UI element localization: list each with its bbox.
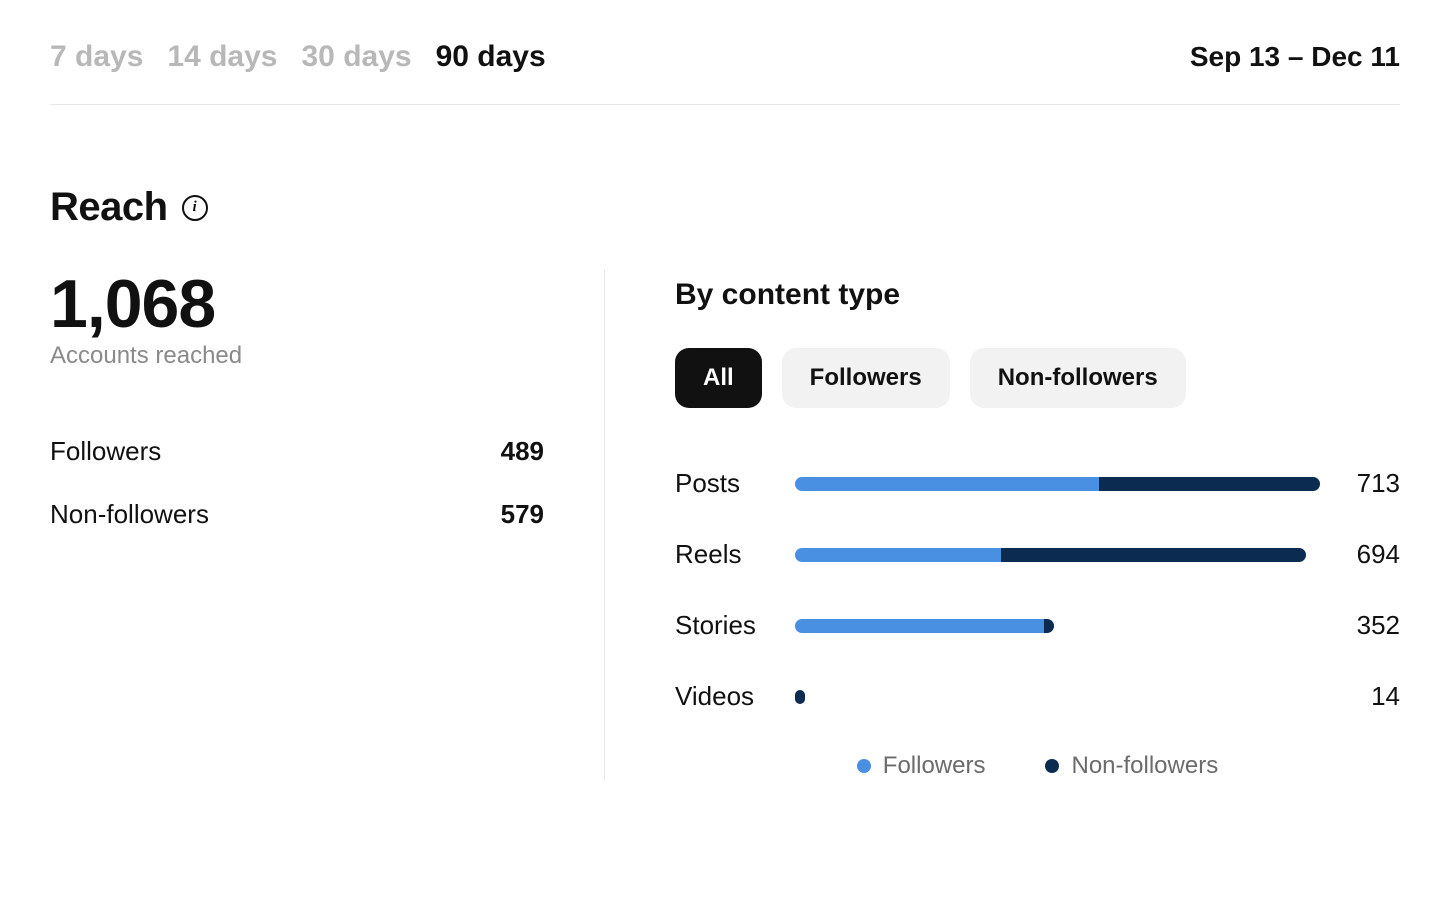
legend-item: Followers (857, 752, 986, 780)
date-range: Sep 13 – Dec 11 (1190, 41, 1400, 73)
accounts-reached-number: 1,068 (50, 270, 544, 338)
bar-label: Reels (675, 539, 785, 570)
accounts-reached-label: Accounts reached (50, 342, 544, 370)
segment-tab-followers[interactable]: Followers (782, 348, 950, 408)
content-type-title: By content type (675, 278, 1400, 312)
bar-label: Stories (675, 610, 785, 641)
stat-value: 579 (501, 499, 544, 530)
legend-label: Followers (883, 752, 986, 780)
info-icon[interactable]: i (182, 195, 208, 221)
time-range-tabs: 7 days 14 days 30 days 90 days (50, 40, 546, 74)
bar-track (795, 690, 1320, 704)
bar-value: 694 (1330, 539, 1400, 570)
section-title: Reach (50, 185, 168, 230)
time-tab-30-days[interactable]: 30 days (302, 40, 412, 74)
stat-label: Followers (50, 436, 161, 467)
header: 7 days 14 days 30 days 90 days Sep 13 – Dec… (50, 40, 1400, 105)
summary-panel: 1,068 Accounts reached Followers 489 Non-f… (50, 270, 605, 780)
bar-segment-followers (795, 619, 1044, 633)
chart-legend: Followers Non-followers (675, 752, 1400, 780)
time-tab-7-days[interactable]: 7 days (50, 40, 143, 74)
stat-row: Followers 489 (50, 420, 544, 483)
bar-track (795, 477, 1320, 491)
bar-track (795, 548, 1320, 562)
segment-tab-all[interactable]: All (675, 348, 762, 408)
stat-row: Non-followers 579 (50, 483, 544, 546)
bar-row: Reels 694 (675, 539, 1400, 570)
bar-value: 713 (1330, 468, 1400, 499)
content-columns: 1,068 Accounts reached Followers 489 Non-f… (50, 270, 1400, 780)
bar-value: 352 (1330, 610, 1400, 641)
bar-segment-followers (795, 477, 1099, 491)
section-header: Reach i (50, 185, 1400, 230)
follower-breakdown: Followers 489 Non-followers 579 (50, 420, 544, 546)
bar-segment-nonfollowers (1099, 477, 1320, 491)
bar-row: Videos 14 (675, 681, 1400, 712)
legend-label: Non-followers (1071, 752, 1218, 780)
content-type-panel: By content type All Followers Non-follower… (605, 270, 1400, 780)
audience-segment-tabs: All Followers Non-followers (675, 348, 1400, 408)
legend-dot (857, 759, 871, 773)
bar-segment-followers (795, 548, 1001, 562)
content-type-bars: Posts 713 Reels 694 Stories 352 Videos 14 (675, 468, 1400, 712)
legend-item: Non-followers (1045, 752, 1218, 780)
stat-label: Non-followers (50, 499, 209, 530)
bar-segment-nonfollowers (1001, 548, 1306, 562)
bar-label: Videos (675, 681, 785, 712)
legend-dot (1045, 759, 1059, 773)
bar-track (795, 619, 1320, 633)
bar-label: Posts (675, 468, 785, 499)
segment-tab-non-followers[interactable]: Non-followers (970, 348, 1186, 408)
time-tab-14-days[interactable]: 14 days (167, 40, 277, 74)
bar-segment-nonfollowers (795, 690, 805, 704)
bar-segment-nonfollowers (1044, 619, 1054, 633)
time-tab-90-days[interactable]: 90 days (436, 40, 546, 74)
bar-value: 14 (1330, 681, 1400, 712)
bar-row: Stories 352 (675, 610, 1400, 641)
bar-row: Posts 713 (675, 468, 1400, 499)
stat-value: 489 (501, 436, 544, 467)
